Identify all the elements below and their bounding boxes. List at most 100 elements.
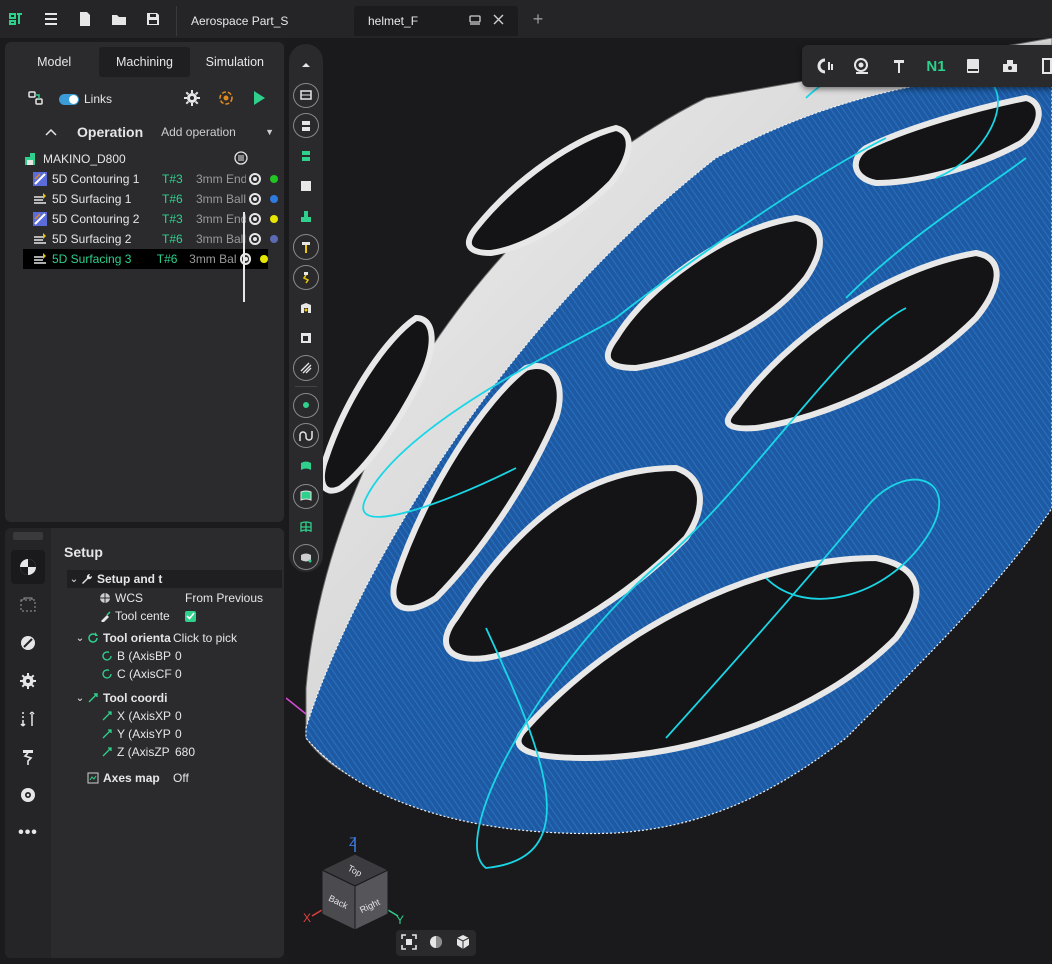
- tool-icon[interactable]: [11, 740, 45, 774]
- expand-chevron-icon[interactable]: ⌄: [73, 633, 87, 644]
- tab-machining[interactable]: Machining: [99, 47, 190, 77]
- surface-outline-icon[interactable]: [293, 483, 319, 509]
- operation-row[interactable]: 5D Surfacing 1 T#6 3mm Ball: [5, 189, 284, 209]
- operation-visibility-radio[interactable]: [249, 193, 261, 205]
- z-axis-value[interactable]: 680: [175, 745, 195, 759]
- collapse-up-icon[interactable]: [293, 53, 319, 78]
- play-icon[interactable]: [252, 90, 266, 109]
- settings-gear-icon[interactable]: [184, 89, 200, 109]
- setup-icon[interactable]: [11, 550, 45, 584]
- c-axis-value[interactable]: 0: [175, 667, 182, 681]
- hatch-surface-icon[interactable]: [293, 355, 319, 381]
- tool-coordinates-group[interactable]: ⌄ Tool coordi: [73, 689, 284, 707]
- probe-icon[interactable]: [293, 264, 319, 290]
- operation-tool: T#3: [162, 172, 183, 186]
- toolpath-green-icon[interactable]: [293, 143, 319, 168]
- operation-visibility-radio[interactable]: [249, 233, 261, 245]
- x-axis-value[interactable]: 0: [175, 709, 182, 723]
- tab-window-icon[interactable]: [469, 14, 481, 28]
- machine-list-icon[interactable]: [234, 150, 248, 168]
- axis-y-icon: [102, 729, 112, 739]
- tab-helmet[interactable]: helmet_F: [354, 6, 518, 36]
- 3d-viewport[interactable]: [286, 38, 1052, 964]
- view-cube[interactable]: Z X Y Top Back Right: [300, 832, 410, 942]
- tab-model[interactable]: Model: [9, 47, 99, 77]
- links-toggle[interactable]: [59, 93, 79, 105]
- add-tab-icon[interactable]: +: [526, 9, 550, 30]
- wcs-value[interactable]: From Previous: [185, 591, 263, 605]
- green-tool-icon[interactable]: [293, 204, 319, 229]
- more-options-icon[interactable]: •••: [11, 816, 45, 850]
- tool-center-checkbox[interactable]: [185, 610, 196, 622]
- tool-holder-icon[interactable]: [884, 50, 915, 82]
- shading-icon[interactable]: [428, 934, 444, 953]
- clamp-icon[interactable]: [293, 295, 319, 320]
- fixture-icon[interactable]: [994, 50, 1025, 82]
- panel-tabs: Model Machining Simulation: [9, 47, 280, 77]
- operation-color-dot[interactable]: [270, 195, 278, 203]
- operation-name: 5D Contouring 1: [52, 172, 140, 186]
- app-logo-icon[interactable]: [0, 0, 34, 38]
- white-block-icon[interactable]: [293, 174, 319, 199]
- z-axis-row: Z (AxisZP 680: [101, 743, 284, 761]
- square-tool-icon[interactable]: [293, 325, 319, 350]
- new-file-icon[interactable]: [68, 0, 102, 38]
- rotate-b-icon: [102, 651, 112, 661]
- n1-button[interactable]: N1: [921, 50, 952, 82]
- utilities-icon[interactable]: [11, 778, 45, 812]
- setup-section-header[interactable]: ⌄ Setup and t: [67, 570, 282, 588]
- operation-visibility-radio[interactable]: [239, 253, 252, 265]
- operation-color-dot[interactable]: [270, 175, 278, 183]
- expand-chevron-icon[interactable]: ⌄: [67, 574, 81, 585]
- operation-visibility-radio[interactable]: [249, 213, 261, 225]
- solid-icon[interactable]: [293, 544, 319, 570]
- save-icon[interactable]: [136, 0, 170, 38]
- printer-view-icon[interactable]: [293, 113, 319, 139]
- surface-green-icon[interactable]: [293, 453, 319, 478]
- operation-name: 5D Surfacing 3: [52, 252, 132, 266]
- panel-grab-handle[interactable]: [13, 532, 43, 540]
- operation-row[interactable]: 5D Surfacing 3 T#6 3mm Ball: [23, 249, 269, 269]
- machine-view-icon[interactable]: [293, 82, 319, 109]
- operation-color-dot[interactable]: [270, 215, 278, 223]
- link-chain-icon[interactable]: [27, 90, 45, 109]
- fit-view-icon[interactable]: [401, 933, 418, 953]
- tab-simulation[interactable]: Simulation: [190, 47, 280, 77]
- tool-orientation-group[interactable]: ⌄ Tool orienta Click to pick: [73, 629, 284, 647]
- operation-color-dot[interactable]: [260, 255, 269, 263]
- operation-tool: T#6: [156, 252, 178, 266]
- calculate-icon[interactable]: [218, 90, 234, 109]
- tool-center-icon: [101, 611, 111, 622]
- settings-icon[interactable]: [11, 664, 45, 698]
- point-icon[interactable]: [293, 392, 319, 419]
- machine-node[interactable]: MAKINO_D800: [5, 149, 284, 169]
- hamburger-menu-icon[interactable]: [34, 0, 68, 38]
- axes-map-value[interactable]: Off: [173, 771, 189, 785]
- cube-view-icon[interactable]: [455, 934, 471, 953]
- linking-icon[interactable]: [11, 702, 45, 736]
- operation-color-dot[interactable]: [270, 235, 278, 243]
- more-icon[interactable]: [1031, 50, 1052, 82]
- collision-check-icon[interactable]: [810, 50, 841, 82]
- operation-title: Operation: [77, 124, 144, 140]
- close-tab-icon[interactable]: [493, 14, 504, 28]
- stock-icon[interactable]: [957, 50, 988, 82]
- surfacing-icon: [34, 233, 46, 244]
- curve-icon[interactable]: [293, 423, 319, 449]
- expand-chevron-icon[interactable]: ⌄: [73, 693, 87, 704]
- y-axis-value[interactable]: 0: [175, 727, 182, 741]
- strategy-icon[interactable]: [11, 626, 45, 660]
- geometry-icon[interactable]: [11, 588, 45, 622]
- tab-aerospace-part[interactable]: Aerospace Part_S: [176, 6, 346, 36]
- drill-icon[interactable]: [293, 234, 319, 260]
- mesh-icon[interactable]: [293, 514, 319, 539]
- add-operation-button[interactable]: Add operation: [161, 125, 236, 139]
- operation-row[interactable]: 5D Contouring 1 T#3 3mm End: [5, 169, 284, 189]
- collapse-chevron-icon[interactable]: [45, 125, 57, 139]
- tool-view-icon[interactable]: [847, 50, 878, 82]
- b-axis-value[interactable]: 0: [175, 649, 182, 663]
- open-folder-icon[interactable]: [102, 0, 136, 38]
- add-operation-caret-icon[interactable]: ▼: [265, 127, 274, 137]
- operation-visibility-radio[interactable]: [249, 173, 261, 185]
- click-to-pick-value[interactable]: Click to pick: [173, 631, 237, 645]
